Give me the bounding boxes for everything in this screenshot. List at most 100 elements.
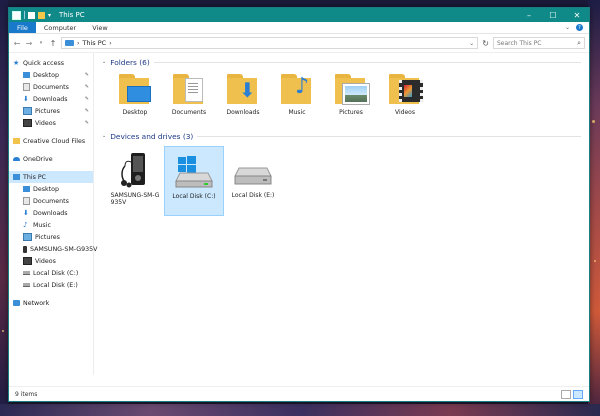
title-bar[interactable]: ▾ This PC – ☐ ✕ [9,8,589,22]
computer-icon [13,174,20,180]
sidebar-item-label: Local Disk (C:) [33,269,79,277]
computer-icon [65,40,74,46]
folder-tile-pictures[interactable]: Pictures [324,70,378,126]
tab-computer[interactable]: Computer [36,22,84,33]
path-separator-icon[interactable]: › [77,40,79,47]
folder-label: Videos [395,109,415,116]
sidebar-item-downloads[interactable]: ⬇ Downloads ✎ [9,93,93,105]
customize-toolbar-icon[interactable]: ▾ [48,12,51,19]
view-switcher [561,389,583,399]
properties-icon[interactable] [28,11,35,19]
folder-tile-downloads[interactable]: ⬇ Downloads [216,70,270,126]
videos-icon [23,119,32,127]
pin-icon[interactable]: ✎ [85,108,89,114]
sidebar-item-videos[interactable]: Videos [9,255,93,267]
folder-tile-desktop[interactable]: Desktop [108,70,162,126]
pin-icon[interactable]: ✎ [85,96,89,102]
videos-icon [23,257,32,265]
pin-icon[interactable]: ✎ [85,72,89,78]
folders-group-header[interactable]: ⌄ Folders (6) [102,56,581,68]
divider [153,61,581,63]
folder-label: Music [288,109,306,116]
sidebar-item-label: Documents [33,83,69,91]
sidebar-item-local-disk-e[interactable]: Local Disk (E:) [9,279,93,291]
devices-group-header[interactable]: ⌄ Devices and drives (3) [102,130,581,142]
desktop-icon [23,72,30,78]
close-button[interactable]: ✕ [565,8,589,22]
sidebar-item-desktop[interactable]: Desktop [9,183,93,195]
tab-view[interactable]: View [84,22,115,33]
drive-icon [23,271,30,275]
device-label: Local Disk (E:) [231,192,275,199]
group-title: Folders (6) [110,57,150,67]
device-tile-local-disk-e[interactable]: Local Disk (E:) [224,146,282,214]
address-bar[interactable]: › This PC › ⌄ [61,37,479,49]
device-tile-samsung[interactable]: SAMSUNG-SM-G 935V [106,146,164,214]
help-icon[interactable]: ? [576,24,583,31]
tab-file[interactable]: File [9,22,36,33]
sidebar-item-local-disk-c[interactable]: Local Disk (C:) [9,267,93,279]
phone-device-icon [121,153,145,188]
sidebar-item-network[interactable]: Network [9,297,93,309]
ribbon: File Computer View ⌄ ? [9,22,589,34]
sidebar-item-label: Pictures [35,233,60,241]
windows-drive-icon [175,156,213,188]
forward-arrow-icon[interactable]: → [25,39,33,48]
sidebar-item-quick-access[interactable]: ★ Quick access [9,57,93,69]
back-arrow-icon[interactable]: ← [13,39,21,48]
sidebar-item-documents[interactable]: Documents [9,195,93,207]
details-view-icon[interactable] [561,389,571,399]
item-count: 9 items [15,390,38,398]
recent-locations-icon[interactable]: ▾ [37,40,45,46]
sidebar-item-pictures[interactable]: Pictures [9,231,93,243]
folder-tile-videos[interactable]: Videos [378,70,432,126]
address-dropdown-icon[interactable]: ⌄ [469,40,474,47]
collapse-caret-icon[interactable]: ⌄ [102,133,106,139]
new-folder-icon[interactable] [38,11,45,19]
desktop-icon [23,186,30,192]
music-folder-icon: ♪ [279,72,315,106]
device-label: Local Disk (C:) [172,193,216,200]
expand-ribbon-icon[interactable]: ⌄ [565,24,570,31]
window-title: This PC [59,11,85,19]
videos-folder-icon [387,72,423,106]
city-light [594,260,596,262]
search-input[interactable]: Search This PC ⌕ [493,37,585,49]
sidebar-item-label: Downloads [33,209,68,217]
collapse-caret-icon[interactable]: ⌄ [102,59,106,65]
refresh-icon[interactable]: ↻ [482,39,489,48]
sidebar-item-label: Quick access [23,59,65,67]
documents-icon [23,83,30,91]
star-icon: ★ [13,59,20,67]
navigation-pane: ★ Quick access Desktop ✎ Documents ✎ ⬇ D… [9,53,97,375]
pin-icon[interactable]: ✎ [85,84,89,90]
maximize-button[interactable]: ☐ [541,8,565,22]
up-arrow-icon[interactable]: ↑ [49,39,57,48]
folder-tile-music[interactable]: ♪ Music [270,70,324,126]
sidebar-item-documents[interactable]: Documents ✎ [9,81,93,93]
sidebar-item-samsung[interactable]: SAMSUNG-SM-G935V [9,243,97,255]
device-label: SAMSUNG-SM-G 935V [110,192,160,206]
device-tile-local-disk-c[interactable]: Local Disk (C:) [164,146,224,216]
explorer-app-icon[interactable] [12,10,21,20]
minimize-button[interactable]: – [517,8,541,22]
sidebar-item-desktop[interactable]: Desktop ✎ [9,69,93,81]
path-separator-icon[interactable]: › [109,40,111,47]
sidebar-item-pictures[interactable]: Pictures ✎ [9,105,93,117]
sidebar-item-label: Downloads [33,95,68,103]
sidebar-item-downloads[interactable]: ⬇ Downloads [9,207,93,219]
desktop-background-left [0,0,8,416]
sidebar-item-creative-cloud[interactable]: Creative Cloud Files [9,135,93,147]
sidebar-item-music[interactable]: ♪ Music [9,219,93,231]
folder-label: Pictures [339,109,363,116]
pin-icon[interactable]: ✎ [85,120,89,126]
sidebar-item-videos[interactable]: Videos ✎ [9,117,93,129]
sidebar-item-label: Creative Cloud Files [23,137,86,145]
status-bar: 9 items [9,386,589,401]
sidebar-item-onedrive[interactable]: OneDrive [9,153,93,165]
large-icons-view-icon[interactable] [573,389,583,399]
search-icon: ⌕ [577,38,581,47]
folder-tile-documents[interactable]: Documents [162,70,216,126]
sidebar-item-this-pc[interactable]: This PC [9,171,93,183]
breadcrumb-this-pc[interactable]: This PC [82,39,106,47]
